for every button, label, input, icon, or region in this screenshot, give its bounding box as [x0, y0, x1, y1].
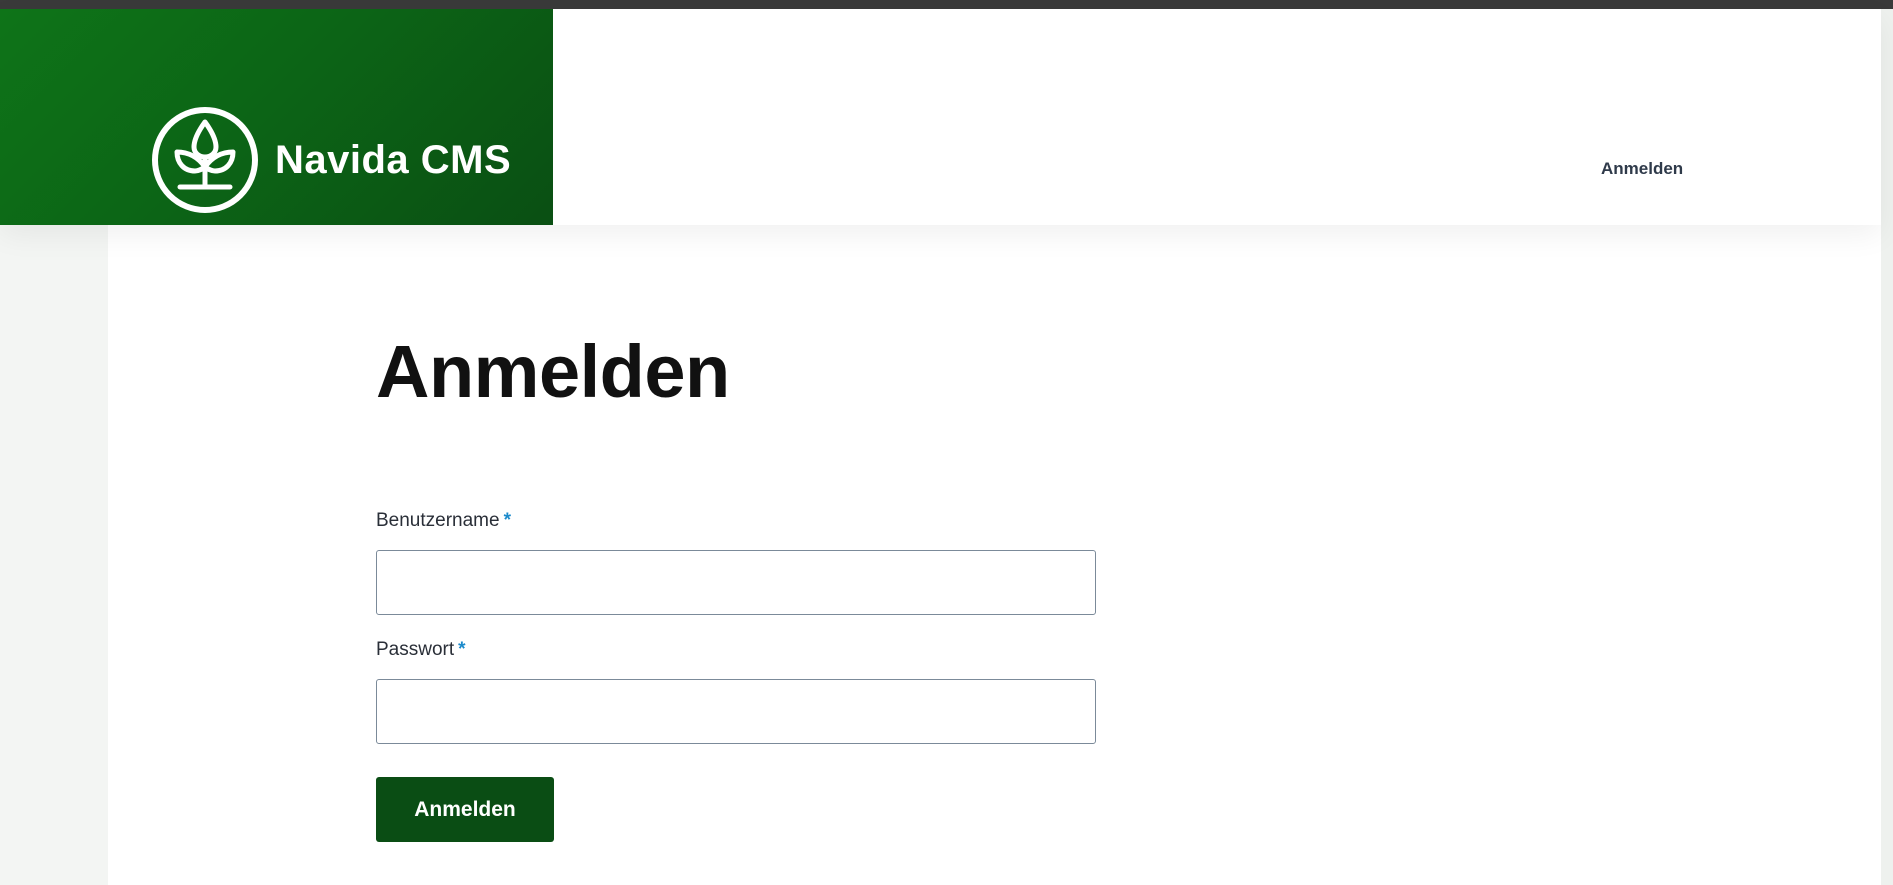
page-edge-strip	[1881, 9, 1893, 885]
brand-block: Navida CMS	[0, 9, 553, 225]
login-submit-button[interactable]: Anmelden	[376, 777, 554, 842]
site-header: Navida CMS Anmelden	[0, 9, 1881, 225]
username-label: Benutzername *	[376, 510, 511, 532]
password-label-text: Passwort	[376, 639, 455, 660]
browser-top-bar	[0, 0, 1893, 9]
plant-sprout-circle-icon	[152, 107, 258, 213]
password-label: Passwort *	[376, 639, 466, 661]
password-input[interactable]	[376, 679, 1096, 744]
page-title: Anmelden	[376, 330, 730, 413]
username-input[interactable]	[376, 550, 1096, 615]
brand-logo-link[interactable]: Navida CMS	[150, 105, 511, 215]
brand-name: Navida CMS	[275, 137, 512, 182]
username-label-text: Benutzername	[376, 510, 500, 531]
login-section: Anmelden Benutzername * Passwort * Anmelde…	[376, 330, 1096, 842]
nav-login-link[interactable]: Anmelden	[1601, 159, 1683, 179]
required-asterisk: *	[503, 510, 511, 531]
required-asterisk: *	[458, 639, 466, 660]
